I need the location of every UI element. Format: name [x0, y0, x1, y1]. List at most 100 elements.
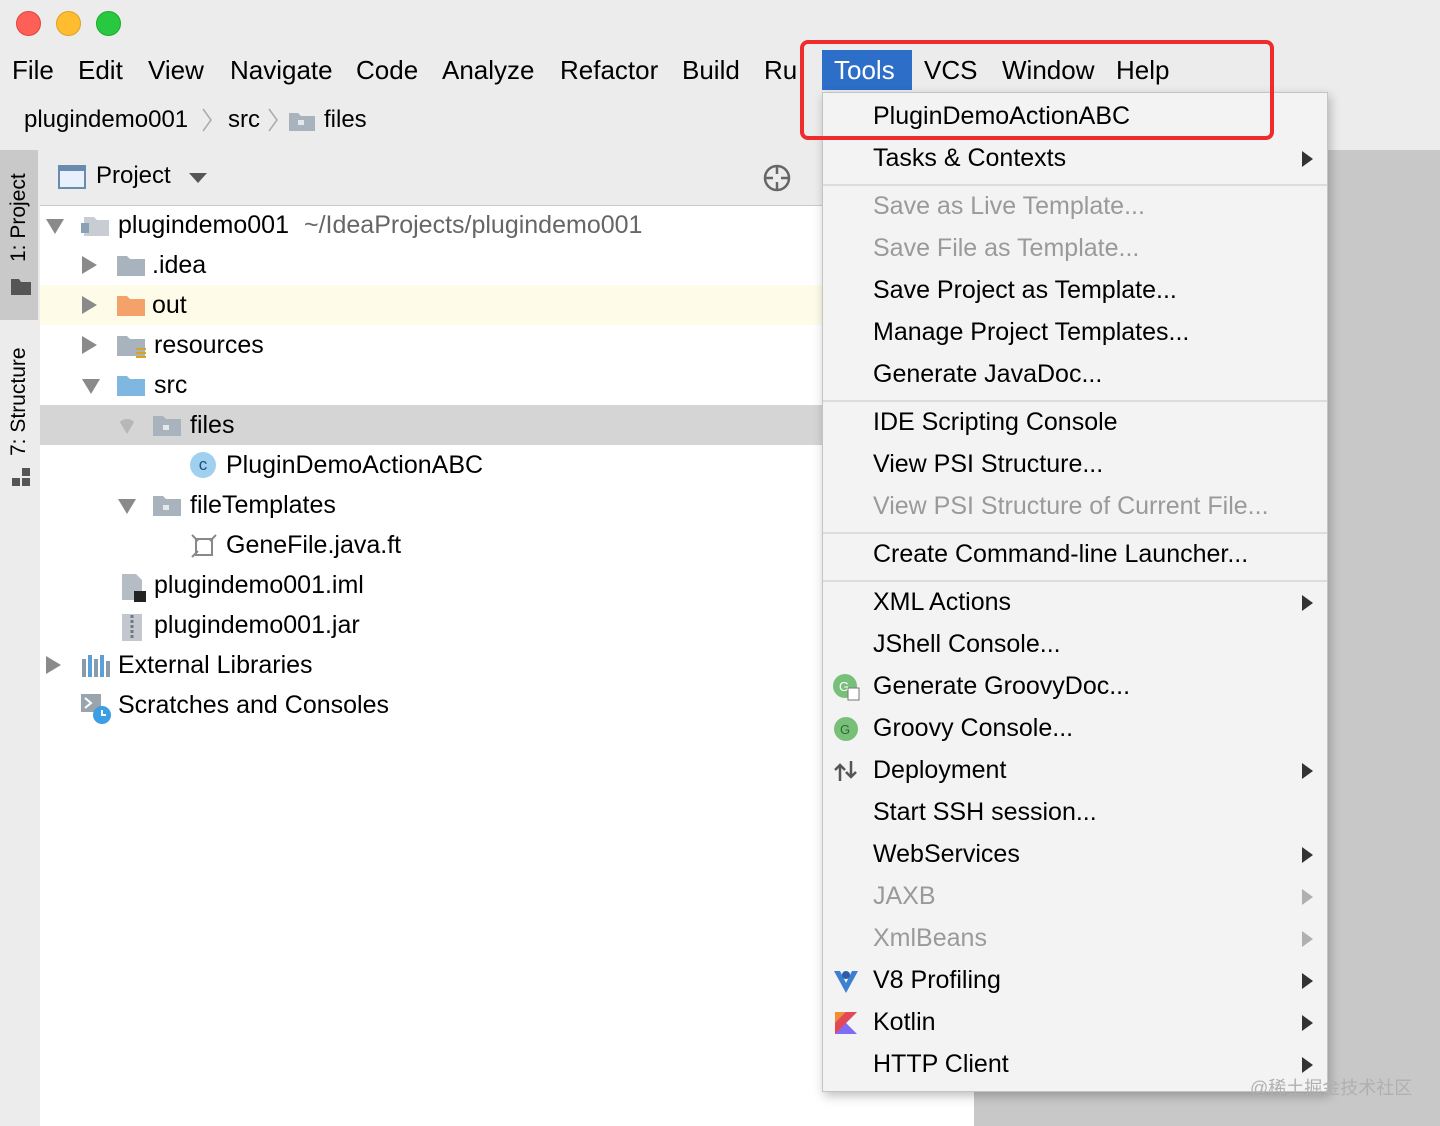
submenu-arrow-icon — [1302, 931, 1313, 947]
project-root-path: ~/IdeaProjects/plugindemo001 — [304, 211, 643, 239]
menu-item-deployment[interactable]: Deployment — [823, 749, 1327, 791]
menu-build[interactable]: Build — [670, 50, 752, 90]
class-icon: c — [190, 452, 216, 478]
menu-item-save-project-template[interactable]: Save Project as Template... — [823, 269, 1327, 311]
package-folder-icon — [153, 416, 181, 436]
tree-label: External Libraries — [118, 651, 313, 679]
project-tool-label: 1: Project — [7, 173, 30, 262]
collapse-arrow-icon[interactable] — [46, 219, 64, 234]
chevron-right-icon — [202, 108, 212, 132]
project-view-icon — [58, 165, 86, 189]
submenu-arrow-icon — [1302, 595, 1313, 611]
expand-arrow-icon[interactable] — [46, 656, 61, 674]
menu-code[interactable]: Code — [344, 50, 430, 90]
folder-icon — [11, 279, 31, 295]
tree-label: src — [154, 371, 188, 399]
menu-analyze[interactable]: Analyze — [430, 50, 547, 90]
menu-item-generate-groovydoc[interactable]: G Generate GroovyDoc... — [823, 665, 1327, 707]
expand-arrow-icon[interactable] — [82, 296, 97, 314]
menu-edit[interactable]: Edit — [66, 50, 135, 90]
menu-item-generate-javadoc[interactable]: Generate JavaDoc... — [823, 353, 1327, 395]
template-file-icon — [191, 534, 217, 558]
tree-label: out — [152, 291, 187, 319]
close-window-button[interactable] — [16, 11, 41, 36]
chevron-right-icon — [268, 108, 278, 132]
submenu-arrow-icon — [1302, 763, 1313, 779]
menu-item-v8-profiling[interactable]: V8 Profiling — [823, 959, 1327, 1001]
zoom-window-button[interactable] — [96, 11, 121, 36]
submenu-arrow-icon — [1302, 847, 1313, 863]
tree-label: plugindemo001.iml — [154, 571, 364, 599]
menu-item-xmlbeans[interactable]: XmlBeans — [823, 917, 1327, 959]
excluded-folder-icon — [117, 296, 145, 316]
v8-profiling-icon — [834, 971, 858, 993]
menu-item-save-file-template[interactable]: Save File as Template... — [823, 227, 1327, 269]
collapse-arrow-icon[interactable] — [118, 499, 136, 514]
folder-icon — [117, 256, 145, 276]
chevron-down-icon[interactable] — [188, 172, 208, 184]
menu-item-webservices[interactable]: WebServices — [823, 833, 1327, 875]
scratches-icon — [81, 694, 111, 724]
menu-item-xml-actions[interactable]: XML Actions — [823, 581, 1327, 623]
menu-file[interactable]: File — [0, 50, 66, 90]
menu-item-kotlin[interactable]: Kotlin — [823, 1001, 1327, 1043]
tree-label: resources — [154, 331, 264, 359]
menu-item-tasks-contexts[interactable]: Tasks & Contexts — [823, 137, 1327, 179]
breadcrumb-src[interactable]: src — [228, 95, 260, 145]
menu-item-save-live-template[interactable]: Save as Live Template... — [823, 185, 1327, 227]
tree-label: GeneFile.java.ft — [226, 531, 402, 559]
watermark: @稀土掘金技术社区 — [1250, 1078, 1413, 1098]
archive-icon — [122, 614, 142, 641]
locate-icon[interactable] — [762, 163, 792, 193]
breadcrumb-files[interactable]: files — [324, 95, 367, 145]
menu-item-start-ssh[interactable]: Start SSH session... — [823, 791, 1327, 833]
menu-navigate[interactable]: Navigate — [218, 50, 345, 90]
project-view-selector[interactable]: Project — [96, 150, 171, 202]
menu-item-view-psi[interactable]: View PSI Structure... — [823, 443, 1327, 485]
breadcrumb-project[interactable]: plugindemo001 — [24, 95, 188, 145]
expand-arrow-icon[interactable] — [82, 336, 97, 354]
project-tool-tab[interactable]: 1: Project — [0, 150, 38, 320]
submenu-arrow-icon — [1302, 973, 1313, 989]
tools-menu-dropdown: PluginDemoActionABC Tasks & Contexts Sav… — [822, 92, 1328, 1092]
structure-icon — [12, 468, 30, 486]
svg-text:G: G — [840, 722, 850, 737]
structure-tool-tab[interactable]: 7: Structure — [0, 330, 38, 500]
package-folder-icon — [153, 496, 181, 516]
tree-label: files — [190, 411, 235, 439]
menu-item-view-psi-current[interactable]: View PSI Structure of Current File... — [823, 485, 1327, 527]
collapse-arrow-icon[interactable] — [118, 419, 136, 434]
menu-item-jshell-console[interactable]: JShell Console... — [823, 623, 1327, 665]
menu-item-command-line-launcher[interactable]: Create Command-line Launcher... — [823, 533, 1327, 575]
folder-icon — [289, 113, 315, 131]
minimize-window-button[interactable] — [56, 11, 81, 36]
highlight-annotation-box — [800, 40, 1274, 140]
menu-view[interactable]: View — [136, 50, 216, 90]
tree-label: .idea — [152, 251, 207, 279]
groovy-icon: G — [834, 717, 858, 741]
tool-window-strip: 1: Project 7: Structure — [0, 150, 41, 1126]
groovydoc-icon: G — [833, 674, 860, 701]
deployment-icon — [834, 761, 857, 781]
module-file-icon — [122, 574, 146, 602]
menu-item-groovy-console[interactable]: G Groovy Console... — [823, 707, 1327, 749]
collapse-arrow-icon[interactable] — [82, 379, 100, 394]
tree-label: plugindemo001.jar — [154, 611, 360, 639]
libraries-icon — [82, 655, 110, 677]
structure-tool-label: 7: Structure — [7, 347, 30, 456]
source-folder-icon — [117, 376, 145, 396]
kotlin-icon — [835, 1012, 857, 1034]
menu-item-manage-templates[interactable]: Manage Project Templates... — [823, 311, 1327, 353]
submenu-arrow-icon — [1302, 151, 1313, 167]
expand-arrow-icon[interactable] — [82, 256, 97, 274]
menu-item-ide-scripting-console[interactable]: IDE Scripting Console — [823, 401, 1327, 443]
menu-item-jaxb[interactable]: JAXB — [823, 875, 1327, 917]
menu-refactor[interactable]: Refactor — [548, 50, 670, 90]
tree-label: PluginDemoActionABC — [226, 451, 484, 479]
module-icon — [81, 217, 109, 236]
submenu-arrow-icon — [1302, 889, 1313, 905]
resources-folder-icon — [117, 336, 146, 358]
submenu-arrow-icon — [1302, 1057, 1313, 1073]
tree-label: fileTemplates — [190, 491, 336, 519]
submenu-arrow-icon — [1302, 1015, 1313, 1031]
